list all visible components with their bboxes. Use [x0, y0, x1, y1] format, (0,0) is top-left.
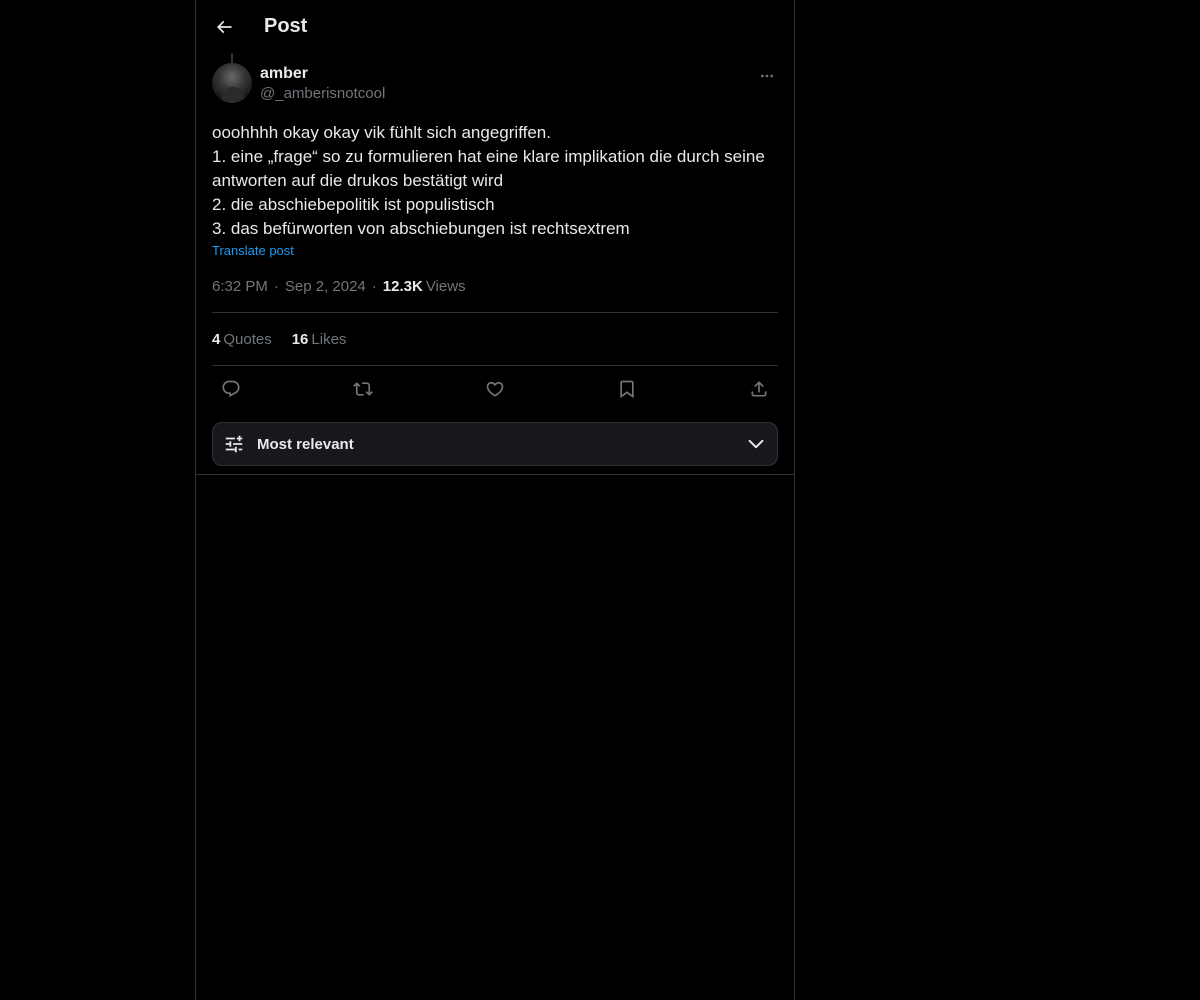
main-column: Post amber @_amberisnotcool ooohhhh okay… — [195, 0, 795, 1000]
reply-button[interactable] — [216, 374, 246, 404]
post-date[interactable]: Sep 2, 2024 — [285, 277, 366, 297]
section-divider — [196, 474, 794, 475]
action-bar — [212, 366, 778, 412]
quotes-label: Quotes — [223, 330, 272, 348]
more-button[interactable] — [756, 65, 778, 87]
sort-replies-dropdown[interactable]: Most relevant — [212, 422, 778, 466]
like-button[interactable] — [480, 374, 510, 404]
quotes-count: 4 — [212, 330, 221, 348]
chevron-down-icon — [748, 439, 764, 449]
page-header: Post — [196, 0, 794, 53]
author-names: amber @_amberisnotcool — [260, 63, 385, 104]
author-display-name[interactable]: amber — [260, 64, 385, 84]
meta-separator: · — [371, 278, 377, 295]
likes-label: Likes — [311, 330, 347, 348]
repost-icon — [353, 382, 373, 396]
views-count: 12.3K — [382, 278, 423, 295]
meta-separator: · — [273, 278, 279, 295]
repost-button[interactable] — [348, 374, 378, 404]
share-icon — [751, 381, 767, 397]
author-handle[interactable]: @_amberisnotcool — [260, 84, 385, 104]
likes-stat[interactable]: 16 Likes — [292, 331, 347, 348]
post-time[interactable]: 6:32 PM — [212, 277, 268, 297]
sliders-icon — [225, 435, 243, 453]
reply-icon — [222, 380, 240, 398]
post-meta: 6:32 PM · Sep 2, 2024 · 12.3K Views — [212, 277, 778, 313]
arrow-left-icon — [216, 20, 232, 33]
engagement-stats: 4 Quotes 16 Likes — [212, 313, 778, 366]
likes-count: 16 — [291, 330, 309, 348]
translate-post-link[interactable]: Translate post — [212, 242, 294, 260]
avatar[interactable] — [212, 63, 252, 103]
quotes-stat[interactable]: 4 Quotes — [212, 331, 272, 348]
author-row: amber @_amberisnotcool — [212, 53, 778, 104]
more-horizontal-icon — [761, 74, 773, 78]
share-button[interactable] — [744, 374, 774, 404]
bookmark-icon — [620, 380, 634, 399]
back-button[interactable] — [207, 10, 241, 44]
post-text: ooohhhh okay okay vik fühlt sich angegri… — [212, 123, 765, 238]
views-label: Views — [425, 278, 466, 295]
sort-label: Most relevant — [257, 435, 354, 453]
page-title: Post — [264, 15, 308, 37]
post: amber @_amberisnotcool ooohhhh okay okay… — [196, 53, 794, 475]
bookmark-button[interactable] — [612, 374, 642, 404]
like-icon — [486, 381, 504, 397]
